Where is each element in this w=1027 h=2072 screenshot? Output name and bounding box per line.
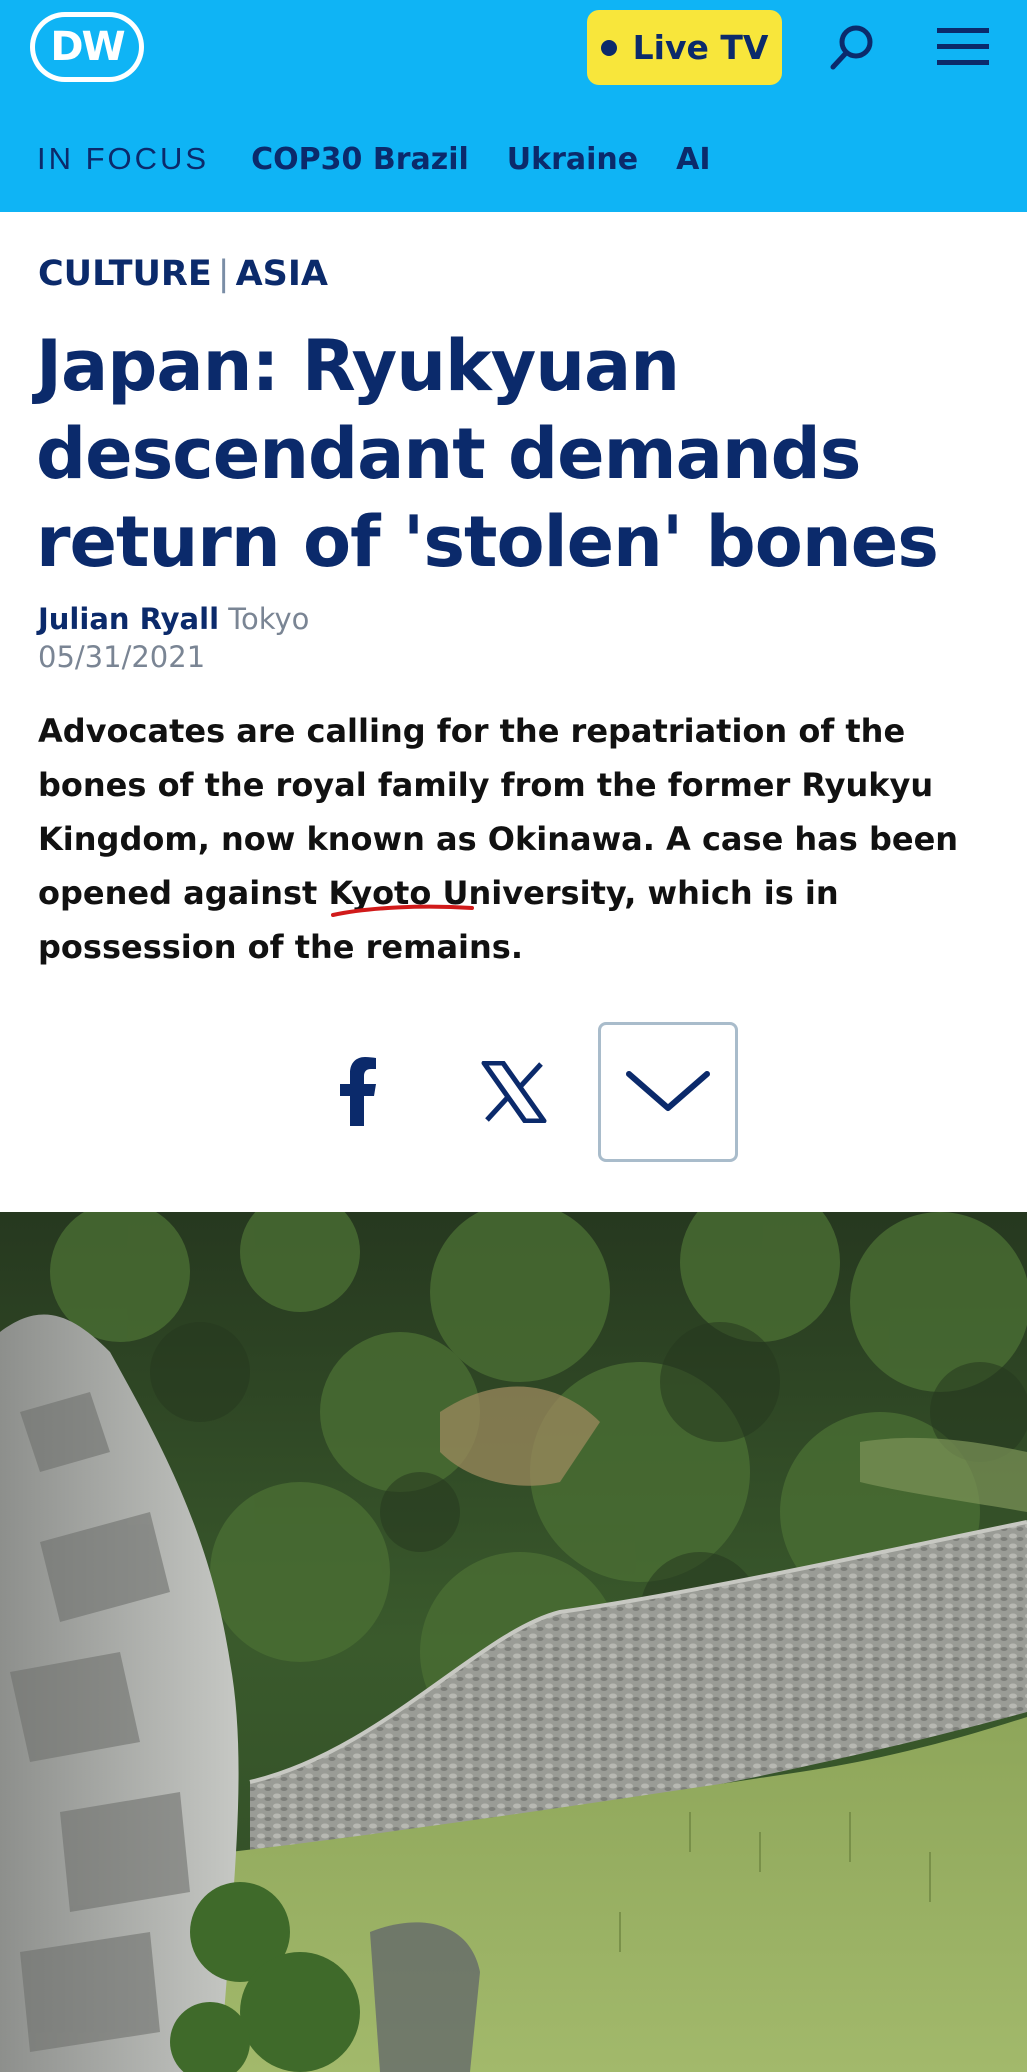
chevron-down-icon (626, 1071, 710, 1111)
nav-item-ukraine[interactable]: Ukraine (507, 142, 638, 177)
share-bar (0, 1022, 1027, 1162)
author-link[interactable]: Julian Ryall (38, 602, 219, 636)
category-asia-link[interactable]: ASIA (236, 254, 328, 294)
hamburger-menu-icon (937, 28, 989, 65)
site-header: DW Live TV IN FOCUS COP30 Brazil Ukraine… (0, 0, 1027, 212)
in-focus-label: IN FOCUS (37, 141, 210, 176)
byline: Julian Ryall Tokyo (38, 600, 309, 638)
dw-logo-inner: DW (35, 17, 139, 77)
x-icon (481, 1061, 547, 1123)
more-share-button[interactable] (598, 1022, 738, 1162)
publish-date: 05/31/2021 (38, 640, 206, 674)
dateline-location: Tokyo (228, 602, 310, 636)
article-teaser: Advocates are calling for the repatriati… (38, 712, 959, 966)
hero-image-illustration (0, 1212, 1027, 2072)
hero-image (0, 1212, 1027, 2072)
facebook-share-button[interactable] (318, 1052, 398, 1132)
search-icon (830, 25, 873, 70)
live-tv-label: Live TV (632, 28, 769, 67)
category-culture-link[interactable]: CULTURE (38, 254, 212, 294)
category-breadcrumb: CULTURE | ASIA (38, 254, 328, 294)
article-headline: Japan: Ryukyuan descendant demands retur… (36, 325, 939, 583)
facebook-icon (340, 1057, 376, 1126)
in-focus-nav: IN FOCUS COP30 Brazil Ukraine AI (37, 138, 749, 180)
live-dot-icon (600, 39, 617, 56)
menu-button[interactable] (937, 24, 989, 70)
x-share-button[interactable] (472, 1052, 556, 1132)
logo-text: DW (50, 24, 125, 70)
search-button[interactable] (826, 22, 878, 74)
dw-logo[interactable]: DW (30, 12, 144, 82)
red-underline-annotation (331, 904, 474, 917)
nav-item-ai[interactable]: AI (676, 142, 710, 177)
nav-item-cop30-brazil[interactable]: COP30 Brazil (251, 142, 469, 177)
live-tv-button[interactable]: Live TV (587, 10, 782, 85)
category-separator: | (217, 254, 230, 294)
